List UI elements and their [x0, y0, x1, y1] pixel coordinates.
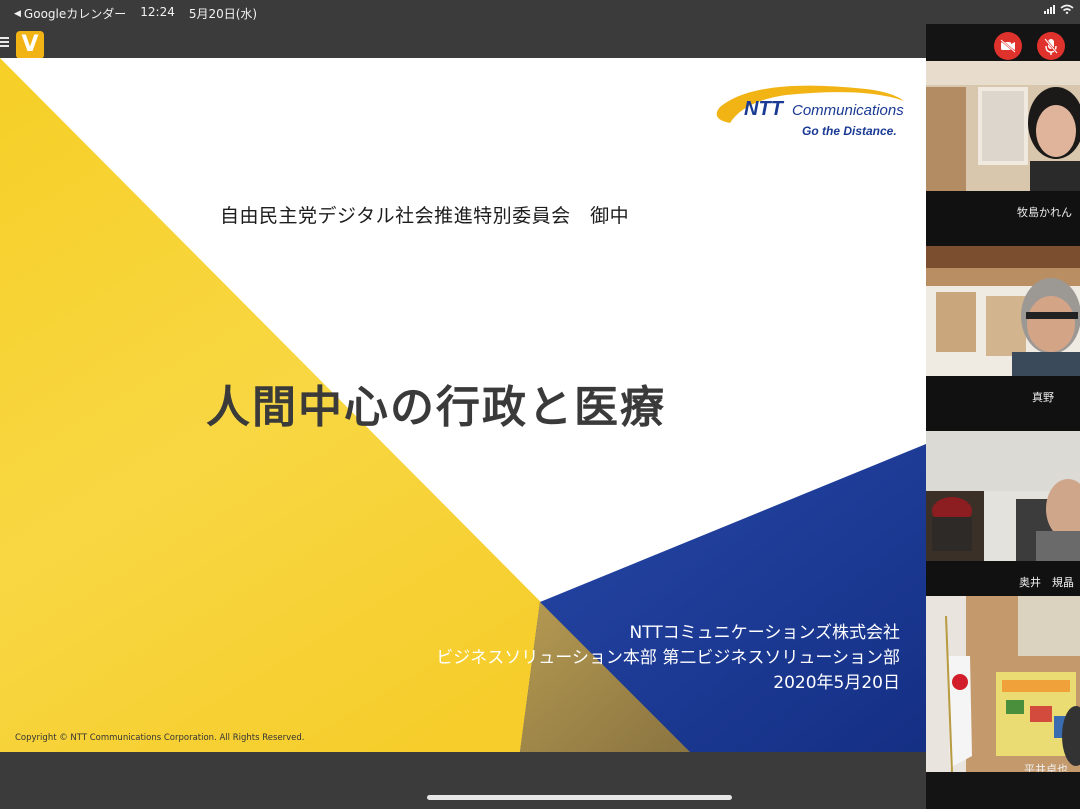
participant-tile[interactable]: 平井卓也	[926, 596, 1080, 772]
presentation-date: 2020年5月20日	[773, 673, 900, 693]
participant-tile[interactable]: 牧島かれん	[926, 61, 1080, 246]
participant-video	[926, 596, 1080, 772]
wifi-icon	[1060, 4, 1074, 14]
svg-text:Communications: Communications	[792, 102, 904, 119]
back-arrow-icon: ◀	[14, 8, 21, 19]
participant-name: 牧島かれん	[1017, 206, 1072, 219]
status-date: 5月20日(水)	[188, 7, 258, 21]
video-off-icon	[1000, 39, 1016, 53]
back-to-app-link[interactable]: ◀ Googleカレンダー	[14, 5, 126, 22]
participants-panel: 牧島かれん 真野 奥井 規晶 平井卓也	[926, 24, 1080, 809]
viewer-toolbar: V	[0, 24, 926, 59]
presenter-company: NTTコミュニケーションズ株式会社	[629, 623, 900, 643]
participant-tile[interactable]: 真野	[926, 246, 1080, 431]
ntt-communications-logo: NTT Communications Go the Distance.	[716, 85, 904, 138]
status-bar: ◀ Googleカレンダー 12:24 5月20日(水)	[0, 0, 1080, 24]
status-time: 12:24	[140, 5, 175, 19]
participant-video	[926, 246, 1080, 376]
mic-off-icon	[1044, 38, 1058, 55]
svg-text:NTT: NTT	[744, 98, 785, 120]
participant-video	[926, 61, 1080, 191]
participant-name: 真野	[1032, 391, 1054, 404]
svg-text:Go the Distance.: Go the Distance.	[802, 124, 897, 138]
presenter-department: ビジネスソリューション本部 第二ビジネスソリューション部	[436, 648, 900, 668]
participant-name: 奥井 規晶	[1019, 576, 1074, 589]
participant-video	[926, 431, 1080, 561]
home-indicator[interactable]	[427, 795, 732, 800]
back-app-label: Googleカレンダー	[23, 7, 127, 21]
slide-copyright: Copyright © NTT Communications Corporati…	[15, 733, 305, 743]
mic-off-button[interactable]	[1037, 32, 1065, 60]
participant-tile[interactable]: 奥井 規晶	[926, 431, 1080, 596]
cellular-signal-icon	[1044, 4, 1055, 14]
slide-title: 人間中心の行政と医療	[206, 382, 666, 433]
slide-addressee: 自由民主党デジタル社会推進特別委員会 御中	[220, 205, 630, 227]
presenter-block: NTTコミュニケーションズ株式会社 ビジネスソリューション本部 第二ビジネスソリ…	[436, 621, 900, 696]
shared-slide: NTT Communications Go the Distance. 自由民主…	[0, 58, 926, 752]
participant-name: 平井卓也	[1024, 763, 1068, 772]
app-logo[interactable]: V	[16, 31, 44, 59]
video-off-button[interactable]	[994, 32, 1022, 60]
hamburger-menu-icon[interactable]	[0, 37, 9, 47]
